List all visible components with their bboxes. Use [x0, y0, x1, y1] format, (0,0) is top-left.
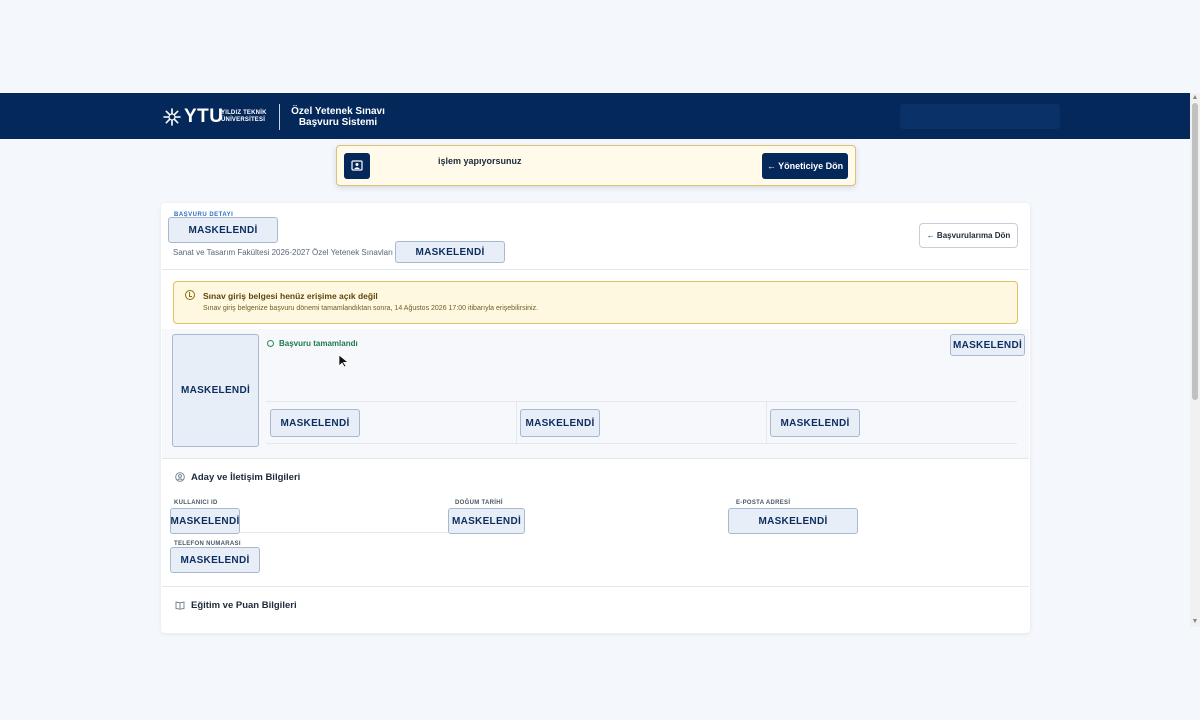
applicant-photo: MASKELENDİ — [172, 334, 259, 447]
status-badge: Başvuru tamamlandı — [279, 339, 358, 348]
section-divider — [162, 586, 1029, 587]
page-title: MASKELENDİ — [168, 217, 278, 243]
system-title: Özel Yetenek Sınavı Başvuru Sistemi — [291, 106, 385, 128]
stat-divider — [516, 402, 517, 443]
scroll-down-arrow-icon[interactable]: ▼ — [1191, 618, 1199, 626]
field-value-phone: MASKELENDİ — [170, 547, 260, 573]
field-label-user-id: KULLANICI ID — [174, 500, 218, 506]
check-circle-icon — [267, 340, 274, 347]
field-label-birth-date: DOĞUM TARİHİ — [455, 500, 503, 506]
clock-icon — [185, 290, 195, 300]
header-divider — [162, 269, 1029, 270]
stat-divider — [766, 402, 767, 443]
return-to-admin-button[interactable]: ← Yöneticiye Dön — [762, 153, 848, 179]
education-section-title: Eğitim ve Puan Bilgileri — [191, 600, 297, 611]
user-badge-icon — [344, 153, 370, 179]
warning-title: Sınav giriş belgesi henüz erişime açık d… — [203, 291, 378, 301]
field-label-email: E-POSTA ADRESİ — [736, 500, 791, 506]
warning-description: Sınav giriş belgenize başvuru dönemi tam… — [203, 305, 539, 312]
university-name: YILDIZ TEKNİK ÜNİVERSİTESİ — [221, 110, 267, 123]
logo-text[interactable]: YTU — [184, 106, 224, 128]
stat-item: MASKELENDİ — [520, 409, 600, 437]
contact-section-title: Aday ve İletişim Bilgileri — [191, 472, 301, 483]
section-divider — [162, 458, 1029, 459]
ytu-logo-icon — [163, 108, 181, 126]
user-circle-icon — [175, 472, 185, 482]
scrollbar-thumb[interactable] — [1192, 103, 1198, 400]
field-value-email: MASKELENDİ — [728, 508, 858, 534]
stat-item: MASKELENDİ — [770, 409, 860, 437]
page-subtitle: Sanat ve Tasarım Fakültesi 2026-2027 Öze… — [173, 248, 393, 257]
subtitle-masked: MASKELENDİ — [395, 241, 505, 263]
logo-divider — [279, 104, 280, 130]
impersonation-message: işlem yapıyorsunuz — [438, 156, 522, 166]
back-to-applications-button[interactable]: ← Başvurularıma Dön — [919, 223, 1018, 248]
header-user-area[interactable] — [900, 104, 1060, 129]
warning-alert — [173, 281, 1018, 324]
field-value-birth-date: MASKELENDİ — [448, 508, 525, 534]
book-icon — [175, 601, 185, 610]
mouse-cursor-icon — [338, 354, 349, 368]
scroll-up-arrow-icon[interactable]: ▲ — [1191, 94, 1199, 102]
status-top-right-masked: MASKELENDİ — [950, 334, 1025, 356]
field-divider — [240, 532, 448, 533]
stat-item: MASKELENDİ — [270, 409, 360, 437]
stats-row — [266, 401, 1017, 444]
field-value-user-id: MASKELENDİ — [170, 508, 240, 534]
